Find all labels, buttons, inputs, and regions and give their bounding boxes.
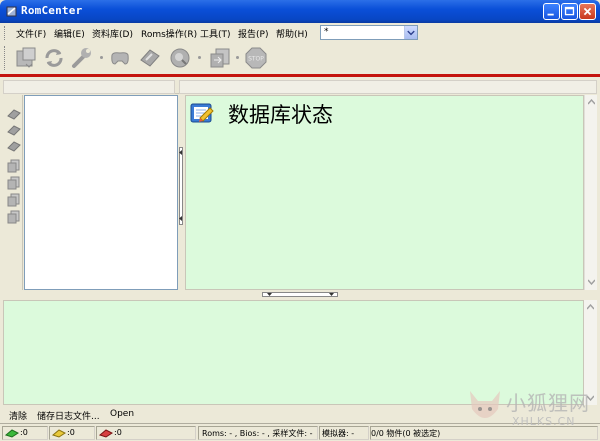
horizontal-splitter[interactable] <box>0 290 600 299</box>
splitter-knob[interactable] <box>179 147 183 225</box>
page-title: 数据库状态 <box>228 103 333 127</box>
stop-icon[interactable]: STOP <box>244 46 268 70</box>
document-view-icon[interactable] <box>6 193 22 207</box>
save-log-button[interactable]: 储存日志文件... <box>37 409 100 422</box>
filter-value: * <box>324 27 329 37</box>
menu-help[interactable]: 帮助(H) <box>276 27 308 40</box>
stop-label: STOP <box>248 56 264 63</box>
maximize-icon <box>564 6 575 16</box>
tree-panel-header[interactable] <box>3 80 175 94</box>
status-cell-yellow: :0 <box>49 426 95 440</box>
yellow-count: :0 <box>67 428 75 437</box>
menu-edit[interactable]: 编辑(E) <box>54 27 85 40</box>
rom-view-icon[interactable] <box>6 123 22 137</box>
roms-info: Roms: - , Bios: - , 采样文件: - <box>202 429 313 438</box>
minimize-button[interactable] <box>543 3 560 20</box>
scroll-down-icon[interactable] <box>588 279 595 285</box>
watermark-url: XHLKS.CN <box>512 415 576 428</box>
chevron-down-icon[interactable] <box>404 26 417 39</box>
window-title: RomCenter <box>21 4 83 17</box>
menu-bar: 文件(F) 编辑(E) 资料库(D) Roms操作(R) 工具(T) 报告(P)… <box>0 23 600 42</box>
menubar-grip[interactable] <box>4 26 7 40</box>
close-button[interactable] <box>579 3 596 20</box>
panel-header-row <box>3 80 597 94</box>
status-panel-header[interactable] <box>179 80 597 94</box>
status-cell-red: :0 <box>96 426 196 440</box>
refresh-icon[interactable] <box>42 46 66 70</box>
toolbar-grip[interactable] <box>4 46 7 70</box>
export-icon[interactable] <box>208 46 232 70</box>
red-rom-icon <box>99 429 113 438</box>
minimize-icon <box>547 13 554 16</box>
menu-file[interactable]: 文件(F) <box>16 27 46 40</box>
scroll-up-icon[interactable] <box>587 304 594 310</box>
scroll-up-icon[interactable] <box>588 99 595 105</box>
watermark: 小狐狸网 XHLKS.CN <box>466 385 600 441</box>
search-icon[interactable] <box>168 46 192 70</box>
maximize-button[interactable] <box>561 3 578 20</box>
open-database-icon[interactable] <box>14 46 38 70</box>
close-icon <box>583 7 592 16</box>
fix-roms-icon[interactable] <box>138 46 162 70</box>
title-bar[interactable]: RomCenter <box>0 0 600 23</box>
menu-database[interactable]: 资料库(D) <box>92 27 133 40</box>
open-log-button[interactable]: Open <box>110 409 134 419</box>
gamepad-icon[interactable] <box>108 46 132 70</box>
menu-tools[interactable]: 工具(T) <box>200 27 231 40</box>
status-panel-scrollbar[interactable] <box>584 95 597 290</box>
rom-view-icon[interactable] <box>6 107 22 121</box>
clear-log-button[interactable]: 清除 <box>9 409 27 422</box>
rom-view-icon[interactable] <box>6 139 22 153</box>
status-cell-roms: Roms: - , Bios: - , 采样文件: - <box>198 426 318 440</box>
romcenter-app-icon <box>6 6 17 17</box>
arrow-down-icon <box>267 293 272 296</box>
database-status-icon <box>190 103 214 123</box>
tree-panel[interactable] <box>24 95 178 290</box>
green-count: :0 <box>20 428 28 437</box>
toolbar-divider <box>0 74 600 77</box>
menu-roms-operations[interactable]: Roms操作(R) <box>141 27 197 40</box>
toolbar-separator <box>198 56 201 59</box>
arrow-down-icon <box>329 293 334 296</box>
view-icon-strip <box>5 95 23 290</box>
filter-combobox[interactable]: * <box>320 25 418 40</box>
menu-report[interactable]: 报告(P) <box>238 27 268 40</box>
red-count: :0 <box>114 428 122 437</box>
document-view-icon[interactable] <box>6 159 22 173</box>
emulator-info: 模拟器: - <box>322 429 355 438</box>
arrow-left-icon <box>179 216 182 221</box>
fox-logo-icon <box>470 391 500 418</box>
vertical-splitter[interactable] <box>178 95 184 290</box>
splitter-knob[interactable] <box>262 292 338 297</box>
status-cell-green: :0 <box>2 426 48 440</box>
status-cell-emulator: 模拟器: - <box>319 426 369 440</box>
toolbar-separator <box>100 56 103 59</box>
yellow-rom-icon <box>52 429 66 438</box>
watermark-brand: 小狐狸网 <box>506 391 590 415</box>
document-view-icon[interactable] <box>6 176 22 190</box>
document-view-icon[interactable] <box>6 210 22 224</box>
objects-info: 0/0 物件(0 被选定) <box>371 429 441 438</box>
database-status-panel: 数据库状态 <box>185 95 584 290</box>
toolbar: STOP <box>0 42 600 74</box>
green-rom-icon <box>5 429 19 438</box>
arrow-left-icon <box>179 150 182 155</box>
wrench-icon[interactable] <box>70 46 94 70</box>
toolbar-separator <box>236 56 239 59</box>
